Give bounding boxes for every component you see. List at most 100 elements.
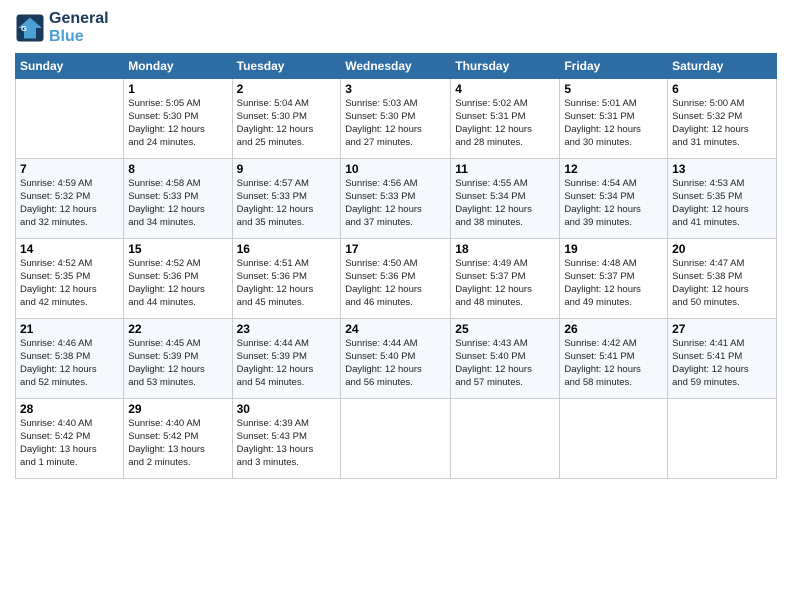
day-info: Sunrise: 4:43 AM Sunset: 5:40 PM Dayligh… [455, 338, 555, 389]
day-info: Sunrise: 5:01 AM Sunset: 5:31 PM Dayligh… [564, 98, 663, 149]
day-cell [668, 399, 777, 479]
day-number: 8 [128, 162, 227, 176]
day-info: Sunrise: 4:45 AM Sunset: 5:39 PM Dayligh… [128, 338, 227, 389]
day-cell: 6 Sunrise: 5:00 AM Sunset: 5:32 PM Daylig… [668, 79, 777, 159]
day-cell: 30Sunrise: 4:39 AM Sunset: 5:43 PM Dayli… [232, 399, 341, 479]
week-row-1: 1 Sunrise: 5:05 AM Sunset: 5:30 PM Daylig… [16, 79, 777, 159]
week-row-2: 7 Sunrise: 4:59 AM Sunset: 5:32 PM Daylig… [16, 159, 777, 239]
day-info: Sunrise: 4:40 AM Sunset: 5:42 PM Dayligh… [128, 418, 227, 469]
logo: G General Blue [15, 10, 109, 45]
col-header-monday: Monday [124, 54, 232, 79]
day-info: Sunrise: 4:57 AM Sunset: 5:33 PM Dayligh… [237, 178, 337, 229]
day-cell: 25 Sunrise: 4:43 AM Sunset: 5:40 PM Dayli… [451, 319, 560, 399]
day-number: 26 [564, 322, 663, 336]
day-cell: 7 Sunrise: 4:59 AM Sunset: 5:32 PM Daylig… [16, 159, 124, 239]
day-number: 13 [672, 162, 772, 176]
day-number: 1 [128, 82, 227, 96]
day-info: Sunrise: 4:41 AM Sunset: 5:41 PM Dayligh… [672, 338, 772, 389]
day-number: 22 [128, 322, 227, 336]
col-header-saturday: Saturday [668, 54, 777, 79]
day-info: Sunrise: 4:44 AM Sunset: 5:39 PM Dayligh… [237, 338, 337, 389]
calendar-body: 1 Sunrise: 5:05 AM Sunset: 5:30 PM Daylig… [16, 79, 777, 479]
day-number: 5 [564, 82, 663, 96]
day-cell: 14Sunrise: 4:52 AM Sunset: 5:35 PM Dayli… [16, 239, 124, 319]
day-cell: 16 Sunrise: 4:51 AM Sunset: 5:36 PM Dayli… [232, 239, 341, 319]
day-number: 10 [345, 162, 446, 176]
day-info: Sunrise: 4:51 AM Sunset: 5:36 PM Dayligh… [237, 258, 337, 309]
day-cell: 12Sunrise: 4:54 AM Sunset: 5:34 PM Dayli… [560, 159, 668, 239]
day-info: Sunrise: 5:05 AM Sunset: 5:30 PM Dayligh… [128, 98, 227, 149]
day-info: Sunrise: 5:03 AM Sunset: 5:30 PM Dayligh… [345, 98, 446, 149]
day-cell [451, 399, 560, 479]
col-header-friday: Friday [560, 54, 668, 79]
col-header-thursday: Thursday [451, 54, 560, 79]
day-cell [341, 399, 451, 479]
day-info: Sunrise: 4:53 AM Sunset: 5:35 PM Dayligh… [672, 178, 772, 229]
day-cell: 23 Sunrise: 4:44 AM Sunset: 5:39 PM Dayli… [232, 319, 341, 399]
day-cell: 18 Sunrise: 4:49 AM Sunset: 5:37 PM Dayli… [451, 239, 560, 319]
day-cell: 5 Sunrise: 5:01 AM Sunset: 5:31 PM Daylig… [560, 79, 668, 159]
day-number: 23 [237, 322, 337, 336]
day-cell: 24 Sunrise: 4:44 AM Sunset: 5:40 PM Dayli… [341, 319, 451, 399]
day-info: Sunrise: 4:58 AM Sunset: 5:33 PM Dayligh… [128, 178, 227, 229]
day-cell: 8 Sunrise: 4:58 AM Sunset: 5:33 PM Daylig… [124, 159, 232, 239]
day-cell: 15 Sunrise: 4:52 AM Sunset: 5:36 PM Dayli… [124, 239, 232, 319]
day-number: 30 [237, 402, 337, 416]
day-info: Sunrise: 4:46 AM Sunset: 5:38 PM Dayligh… [20, 338, 119, 389]
day-number: 18 [455, 242, 555, 256]
day-info: Sunrise: 4:56 AM Sunset: 5:33 PM Dayligh… [345, 178, 446, 229]
day-cell: 28Sunrise: 4:40 AM Sunset: 5:42 PM Dayli… [16, 399, 124, 479]
day-number: 11 [455, 162, 555, 176]
week-row-5: 28Sunrise: 4:40 AM Sunset: 5:42 PM Dayli… [16, 399, 777, 479]
day-cell: 13 Sunrise: 4:53 AM Sunset: 5:35 PM Dayli… [668, 159, 777, 239]
day-number: 2 [237, 82, 337, 96]
day-cell: 26Sunrise: 4:42 AM Sunset: 5:41 PM Dayli… [560, 319, 668, 399]
day-info: Sunrise: 4:52 AM Sunset: 5:35 PM Dayligh… [20, 258, 119, 309]
day-cell: 19Sunrise: 4:48 AM Sunset: 5:37 PM Dayli… [560, 239, 668, 319]
day-number: 3 [345, 82, 446, 96]
day-cell: 21Sunrise: 4:46 AM Sunset: 5:38 PM Dayli… [16, 319, 124, 399]
day-info: Sunrise: 5:02 AM Sunset: 5:31 PM Dayligh… [455, 98, 555, 149]
day-cell: 22 Sunrise: 4:45 AM Sunset: 5:39 PM Dayli… [124, 319, 232, 399]
day-cell: 29 Sunrise: 4:40 AM Sunset: 5:42 PM Dayli… [124, 399, 232, 479]
day-number: 24 [345, 322, 446, 336]
day-cell: 10 Sunrise: 4:56 AM Sunset: 5:33 PM Dayli… [341, 159, 451, 239]
day-number: 7 [20, 162, 119, 176]
week-row-4: 21Sunrise: 4:46 AM Sunset: 5:38 PM Dayli… [16, 319, 777, 399]
header: G General Blue [15, 10, 777, 45]
day-info: Sunrise: 4:40 AM Sunset: 5:42 PM Dayligh… [20, 418, 119, 469]
day-info: Sunrise: 4:55 AM Sunset: 5:34 PM Dayligh… [455, 178, 555, 229]
day-number: 6 [672, 82, 772, 96]
day-number: 25 [455, 322, 555, 336]
day-info: Sunrise: 4:49 AM Sunset: 5:37 PM Dayligh… [455, 258, 555, 309]
day-info: Sunrise: 4:50 AM Sunset: 5:36 PM Dayligh… [345, 258, 446, 309]
week-row-3: 14Sunrise: 4:52 AM Sunset: 5:35 PM Dayli… [16, 239, 777, 319]
logo-icon: G [15, 13, 45, 43]
col-header-wednesday: Wednesday [341, 54, 451, 79]
day-cell: 11 Sunrise: 4:55 AM Sunset: 5:34 PM Dayli… [451, 159, 560, 239]
day-number: 4 [455, 82, 555, 96]
day-number: 20 [672, 242, 772, 256]
day-number: 15 [128, 242, 227, 256]
day-info: Sunrise: 4:59 AM Sunset: 5:32 PM Dayligh… [20, 178, 119, 229]
day-cell [560, 399, 668, 479]
day-info: Sunrise: 4:52 AM Sunset: 5:36 PM Dayligh… [128, 258, 227, 309]
day-cell: 20 Sunrise: 4:47 AM Sunset: 5:38 PM Dayli… [668, 239, 777, 319]
day-number: 9 [237, 162, 337, 176]
col-header-tuesday: Tuesday [232, 54, 341, 79]
day-cell: 3 Sunrise: 5:03 AM Sunset: 5:30 PM Daylig… [341, 79, 451, 159]
day-info: Sunrise: 4:44 AM Sunset: 5:40 PM Dayligh… [345, 338, 446, 389]
day-number: 16 [237, 242, 337, 256]
calendar-header-row: SundayMondayTuesdayWednesdayThursdayFrid… [16, 54, 777, 79]
day-cell: 27Sunrise: 4:41 AM Sunset: 5:41 PM Dayli… [668, 319, 777, 399]
calendar-table: SundayMondayTuesdayWednesdayThursdayFrid… [15, 53, 777, 479]
logo-text: General Blue [49, 10, 109, 45]
day-number: 29 [128, 402, 227, 416]
day-number: 19 [564, 242, 663, 256]
day-info: Sunrise: 5:00 AM Sunset: 5:32 PM Dayligh… [672, 98, 772, 149]
day-number: 12 [564, 162, 663, 176]
day-number: 17 [345, 242, 446, 256]
day-info: Sunrise: 4:47 AM Sunset: 5:38 PM Dayligh… [672, 258, 772, 309]
day-cell: 9 Sunrise: 4:57 AM Sunset: 5:33 PM Daylig… [232, 159, 341, 239]
day-cell: 17 Sunrise: 4:50 AM Sunset: 5:36 PM Dayli… [341, 239, 451, 319]
